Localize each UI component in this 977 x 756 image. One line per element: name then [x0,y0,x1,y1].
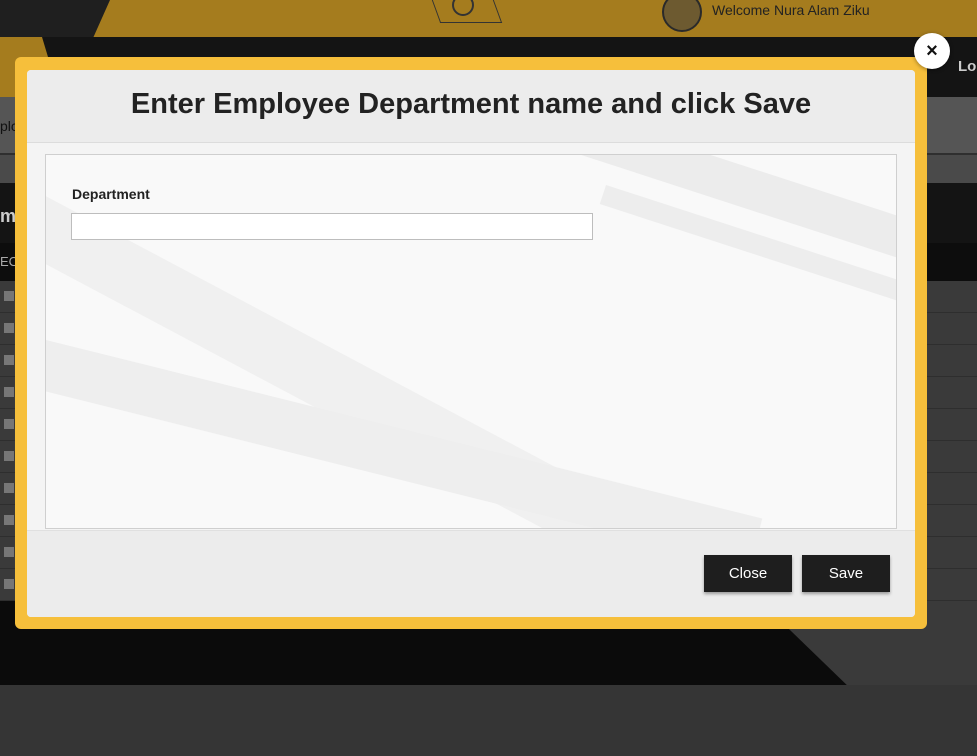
section-title: m [0,206,17,226]
row-checkbox[interactable] [4,291,14,301]
logout-link[interactable]: Lo [958,58,976,75]
department-label: Department [72,186,150,202]
row-checkbox[interactable] [4,419,14,429]
modal-title: Enter Employee Department name and click… [130,88,812,120]
footer [0,685,977,756]
close-icon[interactable]: × [914,33,950,69]
department-input[interactable] [71,213,593,240]
top-bar-logo-area [0,0,110,37]
row-checkbox[interactable] [4,579,14,589]
row-checkbox[interactable] [4,547,14,557]
modal-header: Enter Employee Department name and click… [27,70,915,143]
welcome-text: Welcome Nura Alam Ziku [712,2,870,18]
modal-footer: Close Save [27,530,915,617]
close-button[interactable]: Close [704,555,792,592]
row-checkbox[interactable] [4,387,14,397]
row-checkbox[interactable] [4,483,14,493]
department-modal: Enter Employee Department name and click… [27,70,915,617]
row-checkbox[interactable] [4,451,14,461]
row-checkbox[interactable] [4,515,14,525]
modal-body: Department [45,154,897,529]
save-button[interactable]: Save [802,555,890,592]
row-checkbox[interactable] [4,355,14,365]
row-checkbox[interactable] [4,323,14,333]
